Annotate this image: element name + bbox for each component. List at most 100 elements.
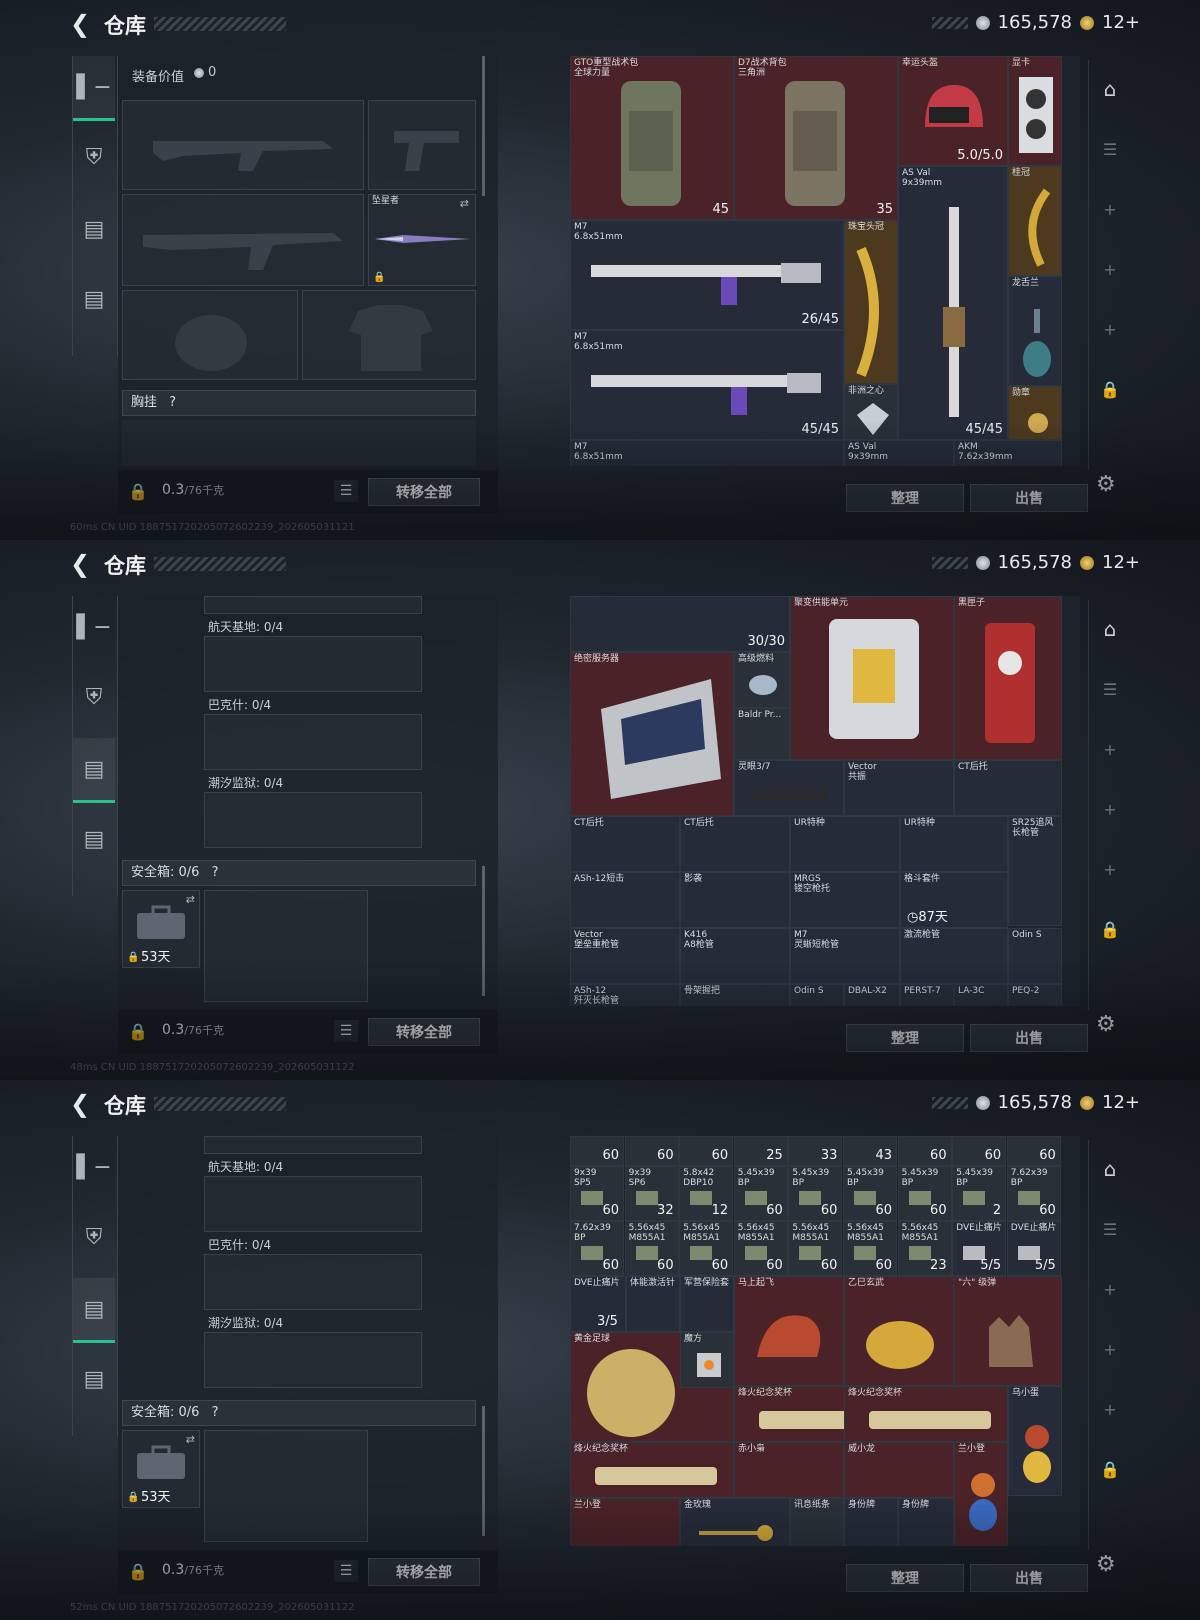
stash-item[interactable]: 勋章 (1008, 386, 1062, 440)
safebox-item[interactable]: ⇄ 🔒 53天 (122, 1430, 200, 1508)
stash-item[interactable]: GTO重型战术包 全球力量 45 (570, 56, 734, 220)
stash-item[interactable]: 绝密服务器 (570, 652, 734, 816)
stash-item[interactable]: 60 (952, 1136, 1007, 1166)
swap-icon[interactable]: ⇄ (460, 197, 469, 210)
swap-icon[interactable]: ⇄ (186, 893, 195, 906)
stash-item[interactable]: 烽火纪念奖杯 (844, 1386, 1008, 1442)
chest-rig-slot[interactable] (122, 420, 476, 466)
stash-item[interactable]: 影袭 (680, 872, 790, 928)
stash-item[interactable]: CT后托 (954, 760, 1062, 816)
nav-weapon-icon[interactable]: ▌− (73, 596, 115, 658)
stash-tab-weapon-icon[interactable]: ☰ (1095, 1214, 1125, 1244)
stash-item[interactable]: DVE止痛片 5/5 (952, 1221, 1007, 1276)
stash-item[interactable]: 珠宝头冠 (844, 220, 898, 384)
stash-item[interactable]: "六" 级弹 (954, 1276, 1062, 1386)
sell-button[interactable]: 出售 (970, 1564, 1088, 1592)
sell-button[interactable]: 出售 (970, 484, 1088, 512)
stash-item[interactable]: 兰小登 (954, 1442, 1008, 1546)
stash-item[interactable]: 魔方 (680, 1332, 734, 1388)
stash-home-icon[interactable]: ⌂ (1095, 1154, 1125, 1184)
stash-item[interactable]: 25 (733, 1136, 788, 1166)
locked-tab-icon[interactable]: 🔒 (1095, 374, 1125, 404)
stash-item[interactable]: 兰小登 (570, 1498, 680, 1546)
stash-item[interactable]: 高级燃料 (734, 652, 790, 708)
armor-slot[interactable] (302, 290, 476, 380)
stash-item[interactable]: Odin S (1008, 928, 1062, 984)
stash-tab-weapon-icon[interactable]: ☰ (1095, 674, 1125, 704)
settings-gear-icon[interactable]: ⚙ (1096, 1012, 1116, 1037)
settings-gear-icon[interactable]: ⚙ (1096, 472, 1116, 497)
stash-item[interactable]: AS Val 9x39mm 45/45 (898, 166, 1008, 440)
stash-item[interactable]: AKM 7.62x39mm (954, 440, 1062, 466)
stash-item[interactable]: 5.45x39 BP 2 (952, 1166, 1007, 1221)
stash-item[interactable]: 5.45x39 BP 60 (843, 1166, 897, 1221)
sort-button[interactable]: 整理 (846, 484, 964, 512)
nav-case-icon[interactable]: ▤ (73, 1348, 115, 1410)
stash-item[interactable]: M7 6.8x51mm 26/45 (570, 220, 844, 330)
stash-item[interactable]: M7 6.8x51mm (570, 440, 844, 466)
stash-item[interactable]: 威小龙 (844, 1442, 954, 1498)
nav-armor-icon[interactable]: ⛨ (73, 1206, 115, 1268)
container-grid[interactable] (204, 1332, 422, 1388)
add-tab-icon[interactable]: + (1095, 1394, 1125, 1424)
sort-button[interactable]: 整理 (846, 1564, 964, 1592)
stash-item[interactable]: ASh-12短击 (570, 872, 680, 928)
stash-item[interactable]: 5.56x45 M855A1 60 (843, 1221, 897, 1276)
lock-icon[interactable]: 🔒 (128, 1022, 148, 1041)
sort-button[interactable]: 整理 (846, 1024, 964, 1052)
stash-item[interactable]: 龙舌兰 (1008, 276, 1062, 386)
list-icon[interactable]: ☰ (334, 1560, 358, 1582)
stash-item[interactable]: CT后托 (680, 816, 790, 872)
stash-item[interactable]: 5.56x45 M855A1 23 (897, 1221, 952, 1276)
stash-item[interactable]: 5.56x45 M855A1 60 (788, 1221, 843, 1276)
stash-item[interactable]: 5.45x39 BP 60 (733, 1166, 788, 1221)
container-slot[interactable] (204, 1136, 422, 1154)
locked-tab-icon[interactable]: 🔒 (1095, 914, 1125, 944)
secondary-weapon-slot[interactable] (122, 194, 364, 286)
add-tab-icon[interactable]: + (1095, 314, 1125, 344)
lock-icon[interactable]: 🔒 (128, 482, 148, 501)
nav-armor-icon[interactable]: ⛨ (73, 666, 115, 728)
stash-item[interactable]: PERST-7 (900, 984, 954, 1006)
stash-home-icon[interactable]: ⌂ (1095, 614, 1125, 644)
stash-item[interactable]: Vector 堡垒重枪管 (570, 928, 680, 984)
scrollbar[interactable] (482, 56, 485, 196)
stash-item[interactable]: 43 (843, 1136, 897, 1166)
add-tab-icon[interactable]: + (1095, 794, 1125, 824)
add-tab-icon[interactable]: + (1095, 1334, 1125, 1364)
nav-armor-icon[interactable]: ⛨ (73, 126, 115, 188)
primary-weapon-slot[interactable] (122, 100, 364, 190)
stash-item[interactable]: 9x39 SP6 32 (624, 1166, 679, 1221)
stash-item[interactable]: 灵眼3/7 (734, 760, 844, 816)
stash-item[interactable]: 60 (1006, 1136, 1061, 1166)
stash-item[interactable]: 聚变供能单元 (790, 596, 954, 760)
stash-item[interactable]: 格斗套件 ◷87天 (900, 872, 1008, 928)
stash-item[interactable]: 金玫瑰 (680, 1498, 790, 1546)
add-tab-icon[interactable]: + (1095, 194, 1125, 224)
stash-item[interactable]: 5.56x45 M855A1 60 (624, 1221, 679, 1276)
stash-item[interactable]: UR特种 (790, 816, 900, 872)
settings-gear-icon[interactable]: ⚙ (1096, 1552, 1116, 1577)
stash-item[interactable]: Odin S (790, 984, 844, 1006)
nav-backpack-icon[interactable]: ▤ (73, 198, 115, 260)
nav-backpack-icon[interactable]: ▤ (73, 1278, 115, 1343)
stash-item[interactable]: 60 (897, 1136, 952, 1166)
add-tab-icon[interactable]: + (1095, 854, 1125, 884)
stash-item[interactable]: 激流枪管 (900, 928, 1008, 984)
stash-item[interactable]: 军营保险套 (680, 1276, 734, 1332)
stash-item[interactable]: 5.45x39 BP 60 (897, 1166, 952, 1221)
stash-item[interactable]: SR25追风 长枪管 (1008, 816, 1062, 926)
stash-item[interactable]: M7 6.8x51mm 45/45 (570, 330, 844, 440)
nav-backpack-icon[interactable]: ▤ (73, 738, 115, 803)
stash-item[interactable]: MRGS 镂空枪托 (790, 872, 900, 928)
container-grid[interactable] (204, 1254, 422, 1310)
stash-item[interactable]: 身份牌 (844, 1498, 898, 1546)
stash-item[interactable]: 马上起飞 (734, 1276, 844, 1386)
stash-item[interactable]: PEQ-2 (1008, 984, 1062, 1006)
stash-item[interactable]: 30/30 (570, 596, 790, 652)
list-icon[interactable]: ☰ (334, 480, 358, 502)
stash-item[interactable]: 非洲之心 (844, 384, 898, 440)
help-icon[interactable]: ? (169, 395, 176, 410)
nav-weapon-icon[interactable]: ▌− (73, 56, 115, 121)
sell-button[interactable]: 出售 (970, 1024, 1088, 1052)
